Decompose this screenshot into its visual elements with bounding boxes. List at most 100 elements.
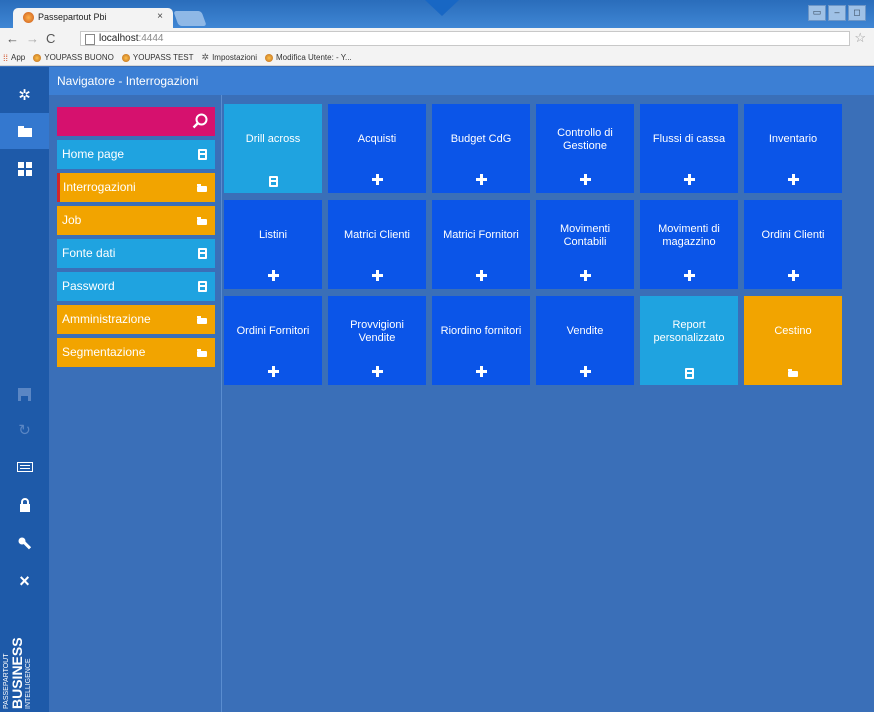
- plus-icon: [684, 270, 695, 281]
- logo-line-2: BUSINESS: [9, 637, 25, 709]
- folder-icon: [197, 316, 207, 324]
- tile-riordino-fornitori[interactable]: Riordino fornitori: [432, 296, 530, 385]
- plus-icon: [788, 270, 799, 281]
- tile-label: Provvigioni Vendite: [350, 318, 404, 344]
- side-menu: Home page Interrogazioni Job Fonte dati …: [57, 107, 215, 371]
- tile-label: Matrici Fornitori: [443, 229, 519, 241]
- plus-icon: [580, 270, 591, 281]
- tile-provvigioni-vendite[interactable]: Provvigioni Vendite: [328, 296, 426, 385]
- tile-listini[interactable]: Listini: [224, 200, 322, 289]
- lock-icon[interactable]: [0, 487, 49, 523]
- bookmark-apps[interactable]: ⁞⁞ App: [3, 53, 25, 63]
- keyboard-icon[interactable]: [0, 449, 49, 485]
- window-minimize-button[interactable]: –: [828, 5, 846, 21]
- apps-grid-icon: ⁞⁞: [3, 52, 9, 63]
- plus-icon: [372, 270, 383, 281]
- tile-movimenti-di-magazzino[interactable]: Movimenti di magazzino: [640, 200, 738, 289]
- tile-flussi-di-cassa[interactable]: Flussi di cassa: [640, 104, 738, 193]
- document-icon: [198, 149, 207, 160]
- plus-icon: [268, 270, 279, 281]
- plus-icon: [684, 174, 695, 185]
- menu-item-interrogazioni[interactable]: Interrogazioni: [57, 173, 215, 202]
- bookmark-modifica-utente[interactable]: Modifica Utente: - Y...: [264, 53, 352, 62]
- tile-label: Ordini Fornitori: [236, 325, 310, 337]
- menu-item-segmentazione[interactable]: Segmentazione: [57, 338, 215, 367]
- document-icon: [198, 281, 207, 292]
- gear-icon: ✲: [201, 52, 210, 62]
- logo-line-3: INTELLIGENCE: [25, 658, 32, 709]
- close-icon[interactable]: ×: [0, 563, 49, 599]
- plus-icon: [372, 366, 383, 377]
- refresh-icon[interactable]: ↻: [0, 412, 49, 448]
- reload-icon[interactable]: C: [46, 31, 55, 46]
- tile-label: Matrici Clienti: [343, 229, 410, 241]
- menu-item-home-page[interactable]: Home page: [57, 140, 215, 169]
- plus-icon: [476, 270, 487, 281]
- forward-arrow-icon[interactable]: →: [26, 31, 39, 46]
- tile-label: Flussi di cassa: [652, 133, 726, 145]
- plus-icon: [580, 174, 591, 185]
- window-controls: ▭ – ◻: [808, 5, 866, 21]
- window-maximize-button[interactable]: ◻: [848, 5, 866, 21]
- tile-drill-across[interactable]: Drill across: [224, 104, 322, 193]
- tile-label: Report personalizzato: [653, 318, 725, 344]
- favicon-icon: [33, 53, 42, 62]
- tile-acquisti[interactable]: Acquisti: [328, 104, 426, 193]
- bookmark-label: Modifica Utente: - Y...: [275, 53, 352, 62]
- panel-divider: [221, 95, 222, 712]
- plus-icon: [268, 366, 279, 377]
- document-icon: [685, 368, 694, 379]
- tile-vendite[interactable]: Vendite: [536, 296, 634, 385]
- back-arrow-icon[interactable]: ←: [6, 31, 19, 46]
- bookmark-star-icon[interactable]: ☆: [854, 30, 866, 46]
- menu-item-label: Segmentazione: [62, 345, 146, 359]
- tile-controllo-di-gestione[interactable]: Controllo di Gestione: [536, 104, 634, 193]
- tile-budget-cdg[interactable]: Budget CdG: [432, 104, 530, 193]
- menu-item-label: Fonte dati: [62, 246, 116, 260]
- bookmark-youpass-test[interactable]: YOUPASS TEST: [121, 53, 194, 62]
- folder-icon: [788, 369, 798, 377]
- tile-label: Inventario: [768, 133, 818, 145]
- search-icon[interactable]: [191, 112, 209, 130]
- tiles-icon[interactable]: [0, 151, 49, 187]
- menu-item-label: Amministrazione: [62, 312, 151, 326]
- menu-item-password[interactable]: Password: [57, 272, 215, 301]
- tile-cestino[interactable]: Cestino: [744, 296, 842, 385]
- document-icon: [269, 176, 278, 187]
- business-intelligence-logo: PASSEPARTOUT BUSINESS INTELLIGENCE: [2, 637, 46, 709]
- app: ✲ ↻ × PASSEPARTOUT BUSINESS INTELLIGENCE: [0, 67, 874, 712]
- tile-report-personalizzato[interactable]: Report personalizzato: [640, 296, 738, 385]
- save-icon[interactable]: [0, 376, 49, 412]
- browser-tab[interactable]: Passepartout Pbi ×: [13, 8, 173, 28]
- favicon-icon: [121, 53, 130, 62]
- menu-item-job[interactable]: Job: [57, 206, 215, 235]
- menu-item-fonte-dati[interactable]: Fonte dati: [57, 239, 215, 268]
- tile-matrici-fornitori[interactable]: Matrici Fornitori: [432, 200, 530, 289]
- wrench-icon[interactable]: [0, 525, 49, 561]
- tile-ordini-fornitori[interactable]: Ordini Fornitori: [224, 296, 322, 385]
- menu-item-amministrazione[interactable]: Amministrazione: [57, 305, 215, 334]
- tile-matrici-clienti[interactable]: Matrici Clienti: [328, 200, 426, 289]
- new-tab-button[interactable]: [173, 11, 207, 26]
- tile-movimenti-contabili[interactable]: Movimenti Contabili: [536, 200, 634, 289]
- url-input[interactable]: localhost:4444: [80, 31, 850, 46]
- browser-titlebar: Passepartout Pbi × ▭ – ◻: [0, 0, 874, 28]
- gear-icon[interactable]: ✲: [0, 77, 49, 113]
- plus-icon: [476, 174, 487, 185]
- tile-label: Riordino fornitori: [440, 325, 522, 337]
- tile-label: Vendite: [566, 325, 604, 337]
- tile-ordini-clienti[interactable]: Ordini Clienti: [744, 200, 842, 289]
- tile-inventario[interactable]: Inventario: [744, 104, 842, 193]
- folder-icon: [197, 217, 207, 225]
- bookmark-impostazioni[interactable]: ✲ Impostazioni: [202, 52, 257, 63]
- plus-icon: [788, 174, 799, 185]
- tile-label: Movimenti Contabili: [559, 222, 611, 248]
- bookmark-label: YOUPASS BUONO: [44, 53, 114, 62]
- folder-icon[interactable]: [0, 113, 49, 149]
- menu-item-label: Job: [62, 213, 82, 227]
- tab-close-icon[interactable]: ×: [157, 11, 163, 22]
- search-input[interactable]: [57, 107, 187, 136]
- search-box: [57, 107, 215, 136]
- bookmark-youpass-buono[interactable]: YOUPASS BUONO: [33, 53, 114, 62]
- window-restore-button[interactable]: ▭: [808, 5, 826, 21]
